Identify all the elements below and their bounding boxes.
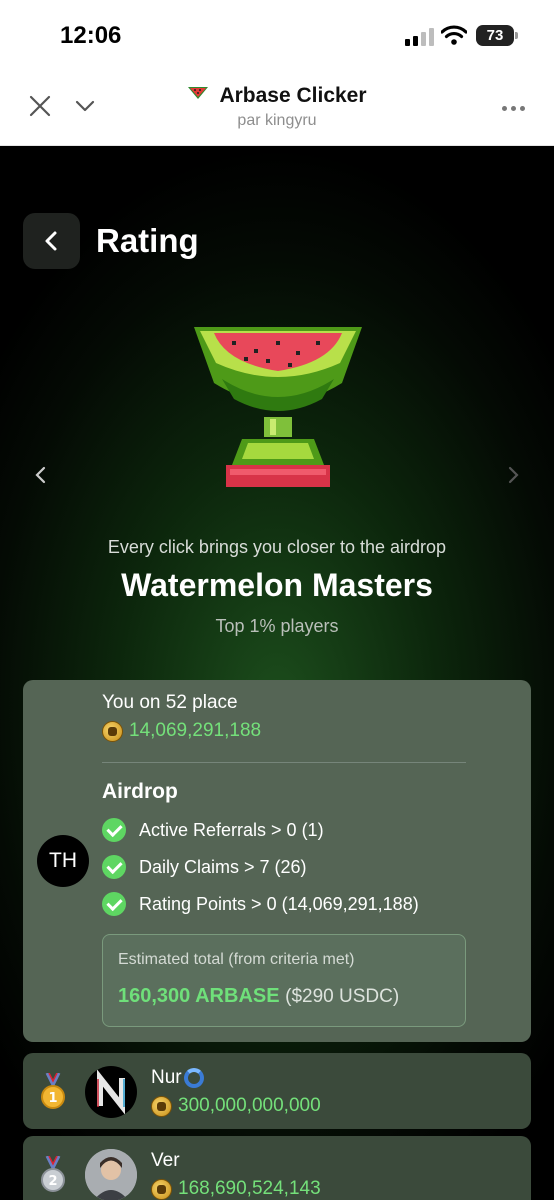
user-coin-value: 14,069,291,188 <box>129 720 262 741</box>
leaderboard-row[interactable]: 2 Ver 168,690,524,143 <box>23 1136 531 1200</box>
more-icon[interactable] <box>502 106 525 111</box>
svg-text:1: 1 <box>48 1091 57 1106</box>
rating-screen: Rating Every click brings you closer to … <box>0 147 554 1200</box>
estimate-label: Estimated total (from criteria met) <box>118 951 355 968</box>
divider <box>102 762 466 763</box>
estimate-box: Estimated total (from criteria met) 160,… <box>102 934 466 1027</box>
back-arrow-icon <box>45 231 57 251</box>
avatar <box>85 1149 137 1200</box>
wifi-icon <box>441 25 467 45</box>
browser-header: Arbase Clicker par kingyru <box>0 72 554 146</box>
watermelon-icon <box>188 87 209 99</box>
tagline: Every click brings you closer to the air… <box>107 537 447 557</box>
coin-icon <box>151 1178 172 1200</box>
estimate-total: 160,300 ARBASE ($290 USDC) <box>118 985 399 1008</box>
avatar <box>85 1066 137 1118</box>
app-title: Arbase Clicker <box>219 84 367 107</box>
user-card: TH You on 52 place 14,069,291,188 Airdro… <box>23 680 531 1042</box>
criterion-daily-claims: Daily Claims > 7 (26) <box>102 855 307 879</box>
swirl-emoji-icon <box>183 1068 204 1088</box>
page-title: Rating <box>96 222 199 259</box>
svg-text:2: 2 <box>48 1174 57 1189</box>
player-name: Ver <box>151 1150 180 1171</box>
user-coins: 14,069,291,188 <box>102 720 261 742</box>
app-author: par kingyru <box>237 112 317 129</box>
coin-icon <box>151 1095 172 1117</box>
avatar: TH <box>37 835 89 887</box>
coin-icon <box>102 720 123 742</box>
status-time: 12:06 <box>60 22 122 49</box>
check-icon <box>102 818 126 842</box>
medal-icon: 1 <box>41 1073 65 1109</box>
medal-icon: 2 <box>41 1156 65 1192</box>
check-icon <box>102 892 126 916</box>
leaderboard-row[interactable]: 1 Nur 300,000,000,000 <box>23 1053 531 1129</box>
signal-icon <box>405 28 434 46</box>
next-league-arrow[interactable] <box>507 465 521 485</box>
back-button[interactable] <box>23 213 80 269</box>
check-icon <box>102 855 126 879</box>
estimate-value: 160,300 ARBASE <box>118 985 280 1007</box>
league-name: Watermelon Masters <box>121 567 433 603</box>
trophy-image <box>194 327 362 487</box>
browser-title-block: Arbase Clicker par kingyru <box>0 84 554 130</box>
player-coins: 168,690,524,143 <box>151 1178 321 1200</box>
estimate-usd: ($290 USDC) <box>285 986 400 1007</box>
previous-league-arrow[interactable] <box>33 465 47 485</box>
player-name: Nur <box>151 1067 204 1089</box>
status-bar: 12:06 73 <box>0 0 554 72</box>
league-subtitle: Top 1% players <box>215 616 339 636</box>
airdrop-heading: Airdrop <box>102 780 178 803</box>
criterion-rating-points: Rating Points > 0 (14,069,291,188) <box>102 892 419 916</box>
battery-indicator: 73 <box>476 25 518 46</box>
criterion-active-referrals: Active Referrals > 0 (1) <box>102 818 324 842</box>
player-coins: 300,000,000,000 <box>151 1095 321 1117</box>
user-place: You on 52 place <box>102 692 238 713</box>
